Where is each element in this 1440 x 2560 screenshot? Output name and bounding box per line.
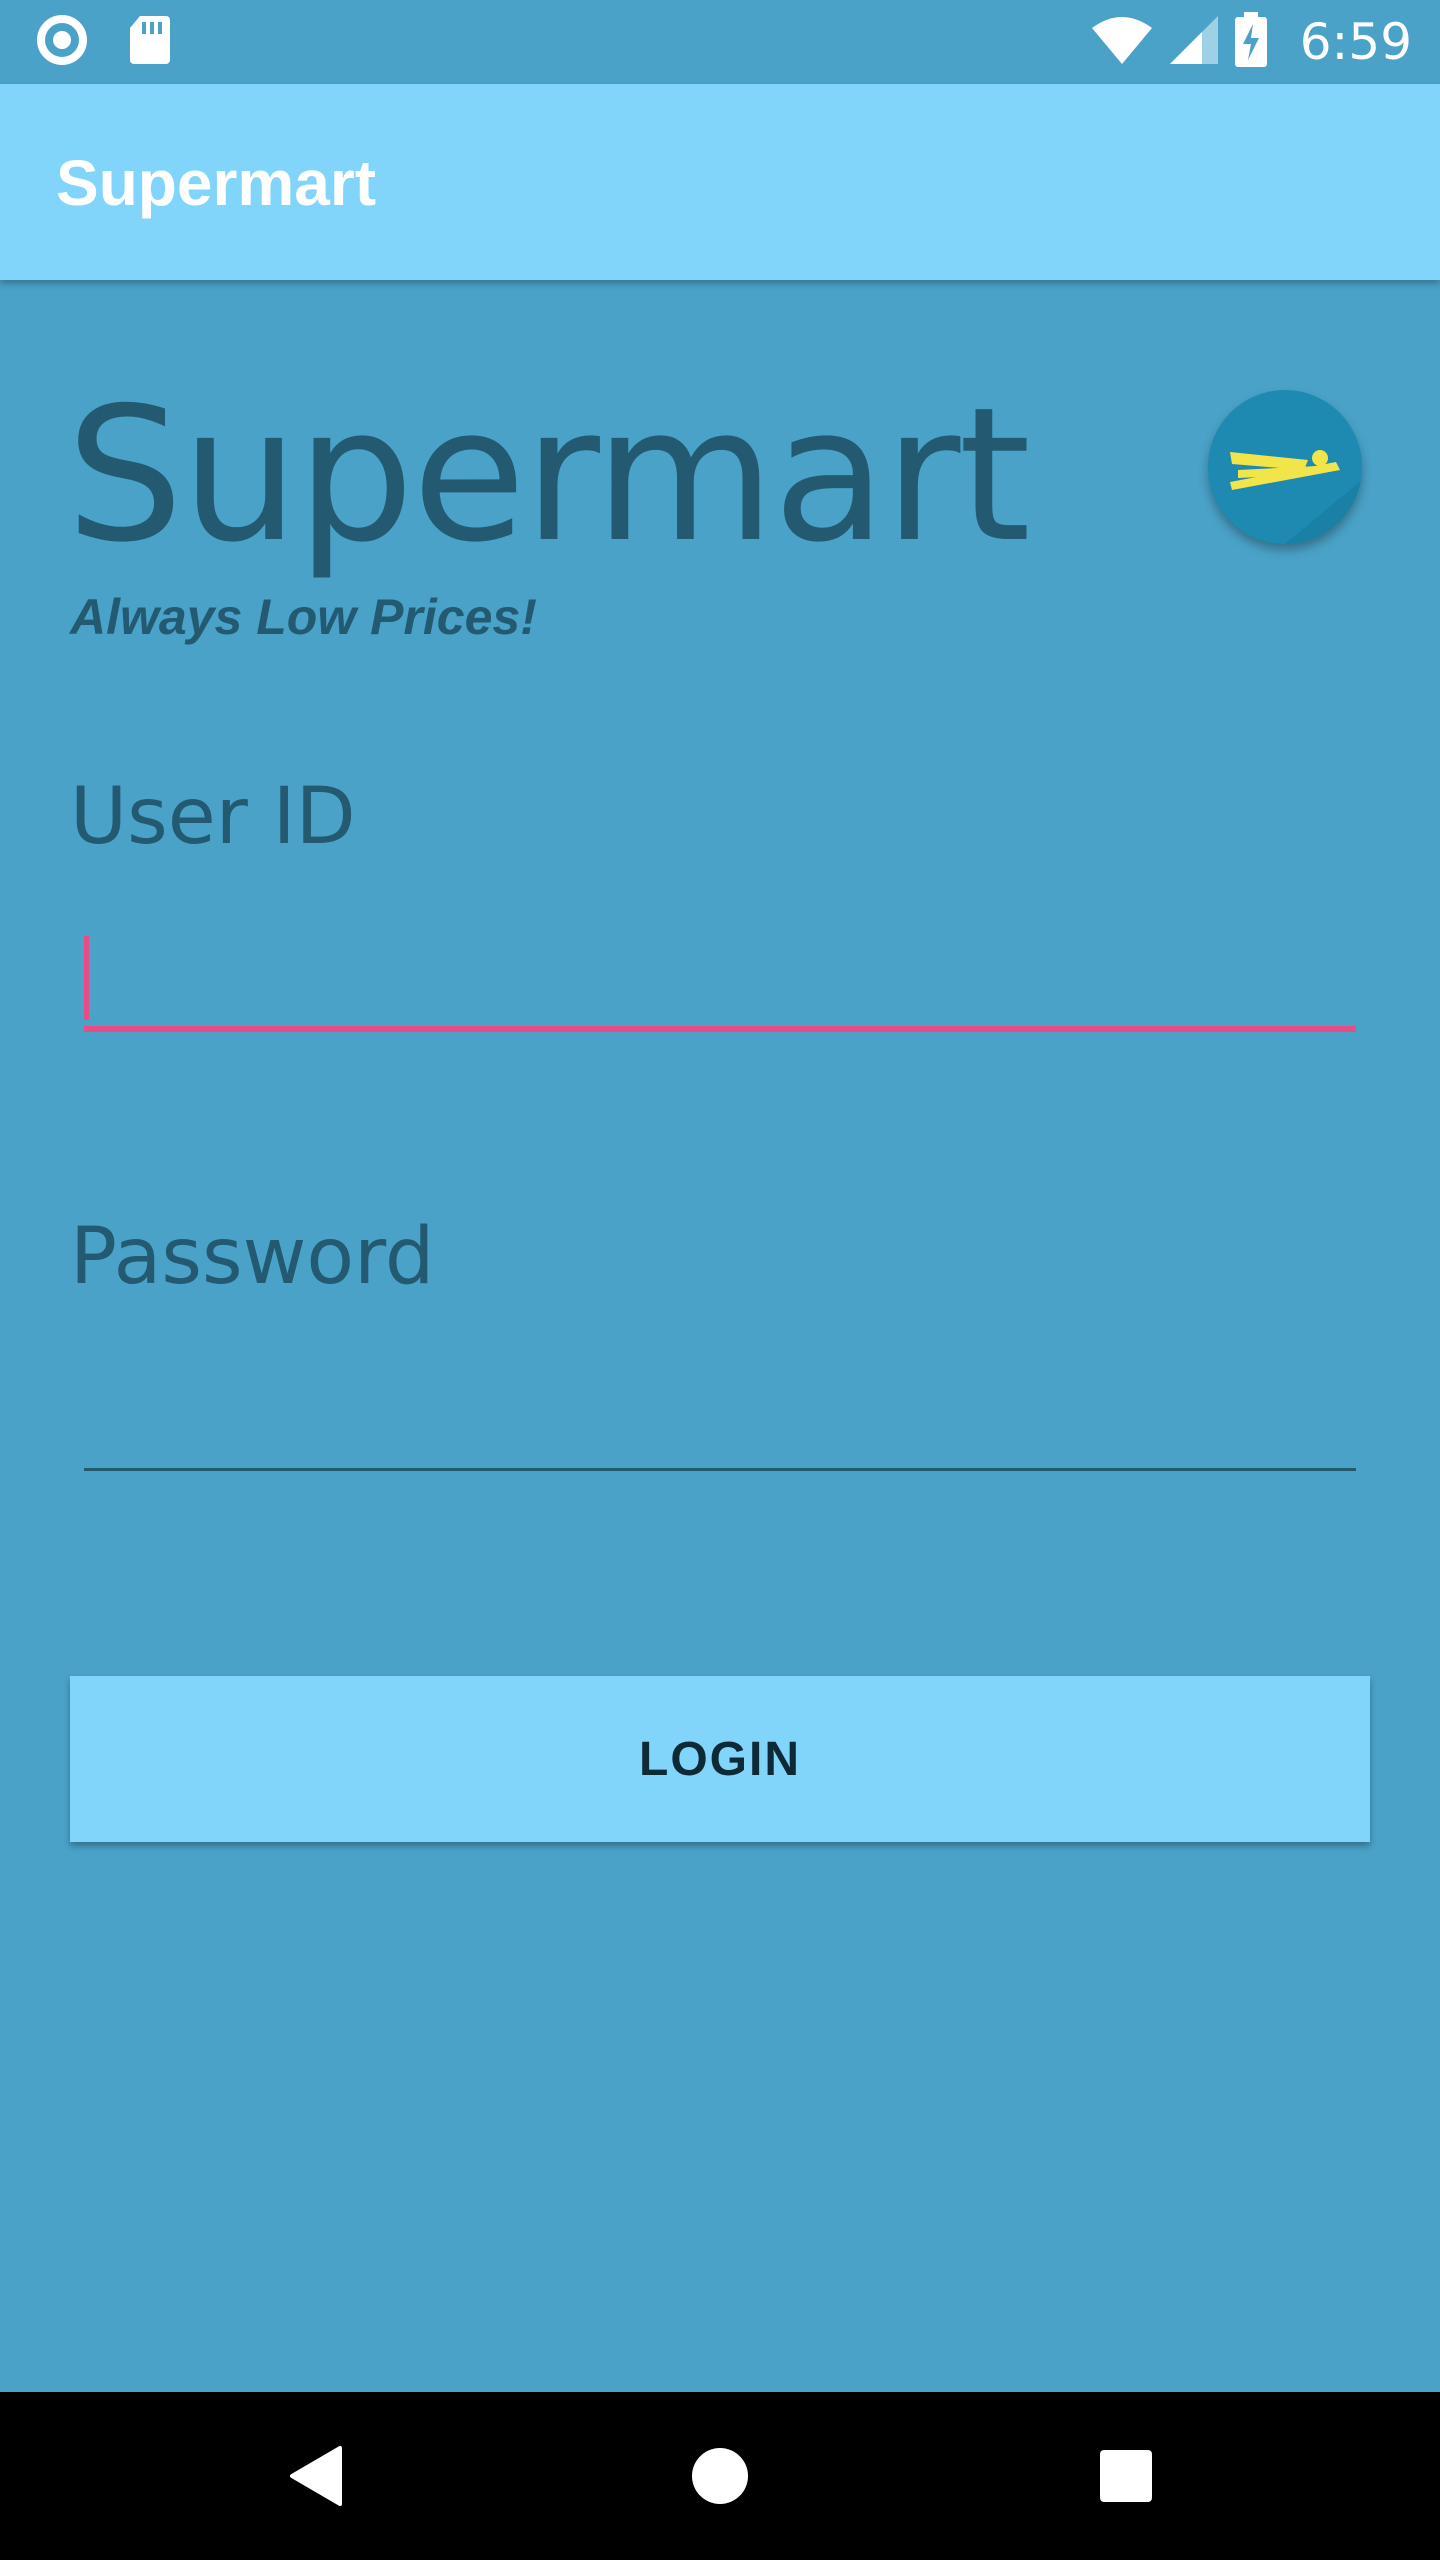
- user-id-underline: [84, 1026, 1356, 1032]
- user-id-input[interactable]: [84, 930, 1356, 1026]
- status-time: 6:59: [1299, 13, 1412, 71]
- brand-tagline: Always Low Prices!: [70, 589, 537, 645]
- back-icon: [290, 2446, 342, 2506]
- home-icon: [692, 2448, 748, 2504]
- record-icon: [36, 14, 88, 71]
- user-id-label: User ID: [70, 772, 356, 862]
- wifi-icon: [1090, 14, 1154, 71]
- sd-card-icon: [128, 14, 170, 71]
- status-bar: 6:59: [0, 0, 1440, 84]
- app-bar-title: Supermart: [56, 147, 377, 219]
- cell-signal-icon: [1168, 14, 1220, 71]
- text-cursor: [84, 936, 89, 1020]
- recents-button[interactable]: [1046, 2392, 1206, 2560]
- swimmer-icon: [1230, 450, 1362, 544]
- brand-title: Supermart: [66, 367, 1031, 583]
- back-button[interactable]: [236, 2392, 396, 2560]
- password-input[interactable]: [84, 1368, 1356, 1464]
- navigation-bar: [0, 2392, 1440, 2560]
- password-underline: [84, 1468, 1356, 1471]
- login-button[interactable]: LOGIN: [70, 1676, 1370, 1842]
- password-label: Password: [70, 1212, 435, 1302]
- app-bar: Supermart: [0, 84, 1440, 280]
- home-button[interactable]: [640, 2392, 800, 2560]
- swimmer-fab-button[interactable]: [1208, 390, 1362, 544]
- recents-icon: [1100, 2450, 1152, 2502]
- battery-charging-icon: [1234, 11, 1268, 73]
